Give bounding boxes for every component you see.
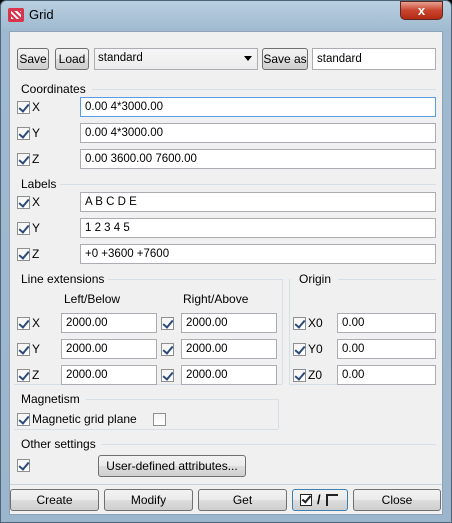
label-y-checkbox[interactable] [17, 222, 30, 235]
toggle-separator: / [317, 492, 321, 507]
other-settings-heading: Other settings [21, 437, 96, 451]
app-icon [8, 8, 24, 22]
ext-y-label: Y [32, 342, 41, 356]
ext-z-left-input[interactable]: 2000.00 [61, 365, 157, 385]
ext-x-label: X [32, 316, 41, 330]
coordinates-heading: Coordinates [21, 82, 86, 96]
label-x-label: X [32, 195, 41, 209]
label-y-label: Y [32, 221, 41, 235]
save-button[interactable]: Save [17, 48, 49, 70]
origin-divider [338, 279, 436, 280]
coord-x-label: X [32, 100, 41, 114]
load-button[interactable]: Load [55, 48, 89, 70]
create-button[interactable]: Create [10, 489, 99, 511]
coord-z-input[interactable]: 0.00 3600.00 7600.00 [80, 149, 436, 169]
origin-z0-input[interactable]: 0.00 [337, 365, 436, 385]
preset-select[interactable]: standard [94, 48, 258, 70]
origin-y0-checkbox[interactable] [293, 343, 306, 356]
toggle-all-checkboxes-button[interactable]: / [292, 489, 348, 511]
ext-x-right-checkbox[interactable] [161, 317, 174, 330]
origin-heading: Origin [299, 272, 332, 286]
unchecked-box-icon [326, 494, 338, 506]
magnetism-bottom-border [14, 429, 278, 430]
magnetism-heading: Magnetism [21, 392, 80, 406]
label-z-input[interactable]: +0 +3600 +7600 [80, 244, 436, 264]
ext-y-right-checkbox[interactable] [161, 343, 174, 356]
ext-z-right-input[interactable]: 2000.00 [181, 365, 277, 385]
origin-x0-label: X0 [308, 316, 323, 330]
labels-divider [60, 184, 436, 185]
magnetism-right-border [278, 399, 279, 429]
line-extensions-right-border [282, 279, 283, 384]
label-y-input[interactable]: 1 2 3 4 5 [80, 218, 436, 238]
get-button[interactable]: Get [198, 489, 287, 511]
ext-z-checkbox[interactable] [17, 369, 30, 382]
user-defined-attributes-checkbox[interactable] [17, 459, 30, 472]
save-as-button[interactable]: Save as [262, 48, 308, 70]
ext-y-checkbox[interactable] [17, 343, 30, 356]
coord-x-input[interactable]: 0.00 4*3000.00 [80, 97, 436, 117]
title-bar[interactable]: Grid x [0, 0, 452, 30]
save-as-name-input[interactable]: standard [312, 48, 436, 70]
magnetic-grid-plane-label: Magnetic grid plane [32, 412, 137, 426]
coord-z-checkbox[interactable] [17, 153, 30, 166]
magnetism-divider [86, 399, 278, 400]
other-settings-divider [102, 444, 436, 445]
modify-button[interactable]: Modify [104, 489, 193, 511]
preset-select-value: standard [98, 52, 143, 64]
ext-z-label: Z [32, 368, 40, 382]
origin-y0-input[interactable]: 0.00 [337, 339, 436, 359]
left-below-column-header: Left/Below [64, 292, 121, 306]
labels-heading: Labels [21, 177, 57, 191]
window-title: Grid [29, 7, 54, 22]
origin-x0-checkbox[interactable] [293, 317, 306, 330]
line-extensions-heading: Line extensions [21, 272, 105, 286]
coord-y-input[interactable]: 0.00 4*3000.00 [80, 123, 436, 143]
coord-y-checkbox[interactable] [17, 127, 30, 140]
footer-divider [10, 484, 442, 485]
user-defined-attributes-button[interactable]: User-defined attributes... [98, 455, 246, 477]
window-close-button[interactable]: x [400, 1, 443, 20]
origin-z0-checkbox[interactable] [293, 369, 306, 382]
label-x-input[interactable]: A B C D E [80, 192, 436, 212]
origin-left-border [289, 279, 290, 384]
line-extensions-divider [108, 279, 282, 280]
coordinates-divider [92, 89, 436, 90]
ext-z-right-checkbox[interactable] [161, 369, 174, 382]
origin-x0-input[interactable]: 0.00 [337, 313, 436, 333]
magnetic-grid-plane-enable-checkbox[interactable] [17, 413, 30, 426]
origin-y0-label: Y0 [308, 342, 323, 356]
right-above-column-header: Right/Above [183, 292, 249, 306]
magnetic-grid-plane-checkbox[interactable] [153, 413, 166, 426]
label-x-checkbox[interactable] [17, 196, 30, 209]
label-z-checkbox[interactable] [17, 248, 30, 261]
coord-x-checkbox[interactable] [17, 101, 30, 114]
origin-z0-label: Z0 [308, 368, 323, 382]
coord-z-label: Z [32, 152, 40, 166]
ext-y-left-input[interactable]: 2000.00 [61, 339, 157, 359]
label-z-label: Z [32, 247, 40, 261]
coord-y-label: Y [32, 126, 41, 140]
chevron-down-icon[interactable] [244, 56, 252, 61]
ext-y-right-input[interactable]: 2000.00 [181, 339, 277, 359]
ext-x-left-input[interactable]: 2000.00 [61, 313, 157, 333]
ext-x-right-input[interactable]: 2000.00 [181, 313, 277, 333]
close-button[interactable]: Close [353, 489, 441, 511]
ext-x-checkbox[interactable] [17, 317, 30, 330]
